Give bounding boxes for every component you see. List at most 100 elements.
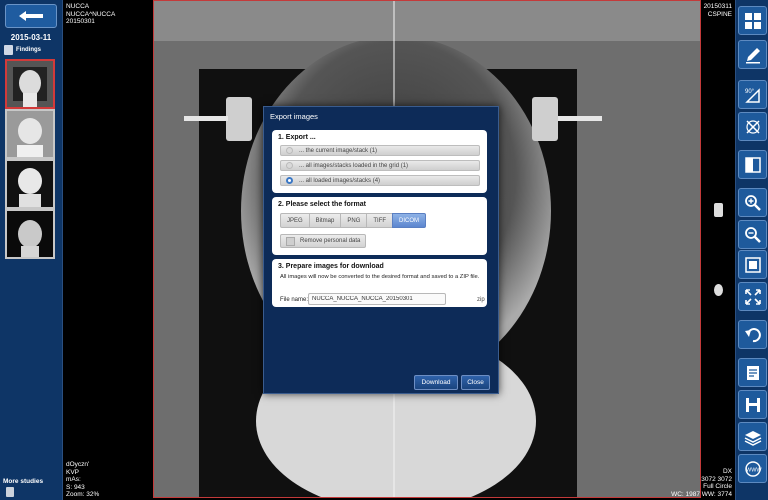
format-section: 2. Please select the format JPEG Bitmap …: [272, 197, 487, 255]
series-thumbnail[interactable]: [5, 109, 55, 159]
format-heading: 2. Please select the format: [278, 201, 366, 208]
pen-icon: [745, 47, 760, 63]
overlay-text: mAs:: [66, 476, 81, 483]
prepare-section: 3. Prepare images for download All image…: [272, 259, 487, 307]
radio-selected-icon: [286, 177, 293, 184]
undo-icon: [744, 327, 761, 342]
overlay-text: dOyczn': [66, 461, 90, 468]
series-thumbnail[interactable]: [5, 159, 55, 209]
overlay-bottom-right: DX 3072 3072 Full Circle WC: 1987 WW: 37…: [671, 468, 732, 498]
option-label: ... all images/stacks loaded in the grid…: [299, 162, 409, 169]
findings-icon: [4, 44, 13, 55]
zoom-in-button[interactable]: [738, 188, 767, 217]
layout-grid-button[interactable]: [738, 6, 767, 35]
overlay-top-right: 20150311 CSPINE: [704, 3, 732, 18]
overlay-top-left: NUCCA NUCCA^NUCCA 20150301: [66, 3, 115, 26]
remove-personal-data-checkbox[interactable]: Remove personal data: [280, 234, 367, 248]
series-thumbnail[interactable]: [5, 59, 55, 109]
fullscreen-icon: [744, 288, 761, 305]
close-button[interactable]: Close: [461, 375, 490, 390]
grid-icon: [744, 12, 761, 29]
fit-to-screen-button[interactable]: [738, 250, 767, 279]
export-option-grid[interactable]: ... all images/stacks loaded in the grid…: [280, 160, 480, 171]
overlay-text: Zoom: 32%: [66, 491, 100, 498]
prepare-description: All images will now be converted to the …: [280, 274, 480, 280]
format-png[interactable]: PNG: [340, 213, 368, 228]
overlay-text: 3072 3072: [701, 475, 732, 483]
format-bitmap[interactable]: Bitmap: [308, 213, 342, 228]
findings-button[interactable]: Findings: [4, 44, 41, 55]
split-view-button[interactable]: [738, 150, 767, 179]
dialog-title: Export images: [270, 112, 318, 121]
file-name-label: File name:: [280, 297, 309, 303]
export-dialog: Export images 1. Export ... ... the curr…: [263, 106, 499, 394]
file-suffix: zip: [477, 297, 485, 303]
export-section: 1. Export ... ... the current image/stac…: [272, 130, 487, 193]
more-studies-label[interactable]: More studies: [3, 478, 43, 485]
overlay-text: 20150301: [66, 18, 95, 25]
window-level-slider[interactable]: [714, 203, 723, 217]
zoom-in-icon: [744, 194, 761, 211]
format-jpeg[interactable]: JPEG: [280, 213, 310, 228]
download-button[interactable]: Download: [414, 375, 458, 390]
layers-icon: [744, 430, 761, 446]
export-option-current[interactable]: ... the current image/stack (1): [280, 145, 480, 156]
overlay-text: DX: [722, 468, 732, 475]
annotate-button[interactable]: [738, 40, 767, 69]
overlay-text: KVP: [66, 468, 80, 476]
format-dicom[interactable]: DICOM: [392, 213, 427, 228]
flip-icon: [745, 119, 760, 134]
thumbnail-image: [7, 111, 53, 157]
thumbnail-image: [7, 211, 53, 257]
save-export-button[interactable]: [738, 390, 767, 419]
overlay-text: NUCCA: [66, 3, 90, 10]
undo-button[interactable]: [738, 320, 767, 349]
rotate-button[interactable]: 90°: [738, 80, 767, 109]
overlay-text: S: 943: [66, 483, 85, 491]
overlay-bottom-left: dOyczn' KVP mAs: S: 943 Zoom: 32%: [66, 461, 99, 499]
export-option-all[interactable]: ... all loaded images/stacks (4): [280, 175, 480, 186]
overlay-text: WC: 1987 WW: 3774: [671, 490, 732, 498]
split-view-icon: [744, 156, 761, 173]
overlay-text: Full Circle: [703, 483, 732, 490]
file-name-input[interactable]: [308, 293, 446, 305]
option-label: ... all loaded images/stacks (4): [299, 177, 381, 184]
series-thumbnail[interactable]: [5, 209, 55, 259]
format-tiff[interactable]: TIFF: [366, 213, 394, 228]
tool-bar: 90° WWW: [735, 0, 768, 500]
radio-icon: [286, 162, 293, 169]
rotate-label: 90°: [745, 89, 755, 95]
fit-screen-icon: [744, 256, 761, 273]
report-icon: [746, 365, 759, 380]
overlay-text: NUCCA^NUCCA: [66, 10, 116, 18]
layers-button[interactable]: [738, 422, 767, 451]
prepare-heading: 3. Prepare images for download: [278, 263, 384, 270]
rotate-90-icon: 90°: [745, 87, 760, 103]
thumbnail-image: [7, 61, 53, 107]
save-icon: [745, 397, 760, 412]
zoom-out-icon: [744, 226, 761, 243]
study-date: 2015-03-11: [10, 33, 52, 42]
findings-label: Findings: [16, 46, 41, 53]
arrow-left-icon: [19, 11, 43, 21]
back-button[interactable]: [5, 4, 57, 28]
radio-icon: [286, 147, 293, 154]
thumbnail-image: [7, 161, 53, 207]
web-icon: WWW: [744, 460, 762, 477]
overlay-text: 20150311: [703, 3, 732, 10]
zoom-out-button[interactable]: [738, 220, 767, 249]
web-label: WWW: [746, 467, 762, 473]
study-panel: 2015-03-11 Findings More studies: [0, 0, 63, 500]
checkbox-label: Remove personal data: [300, 238, 361, 244]
export-heading: 1. Export ...: [278, 134, 316, 141]
report-button[interactable]: [738, 358, 767, 387]
overlay-text: CSPINE: [707, 10, 732, 18]
web-button[interactable]: WWW: [738, 454, 767, 483]
format-selector: JPEG Bitmap PNG TIFF DICOM: [280, 213, 427, 228]
contrast-icon[interactable]: [714, 284, 723, 296]
option-label: ... the current image/stack (1): [299, 147, 378, 154]
patient-icon[interactable]: [6, 487, 14, 497]
flip-button[interactable]: [738, 112, 767, 141]
checkbox-icon: [286, 236, 295, 246]
fullscreen-button[interactable]: [738, 282, 767, 311]
